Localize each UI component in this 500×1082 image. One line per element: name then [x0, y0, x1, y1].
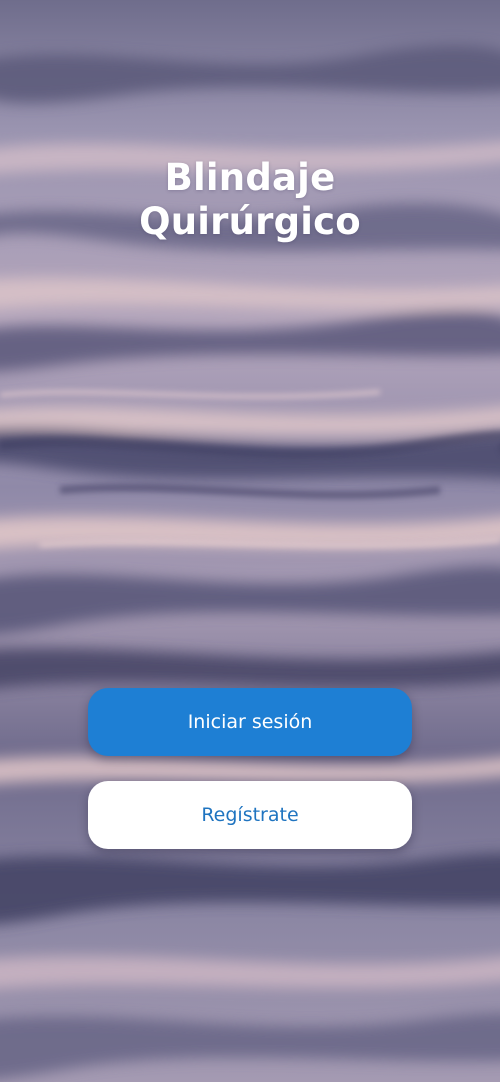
app-title-line-1: Blindaje: [164, 156, 336, 199]
welcome-screen: Blindaje Quirúrgico Iniciar sesión Regís…: [0, 0, 500, 1082]
app-title-line-2: Quirúrgico: [139, 200, 361, 243]
register-button[interactable]: Regístrate: [88, 781, 412, 849]
login-button[interactable]: Iniciar sesión: [88, 688, 412, 756]
app-title: Blindaje Quirúrgico: [0, 156, 500, 244]
